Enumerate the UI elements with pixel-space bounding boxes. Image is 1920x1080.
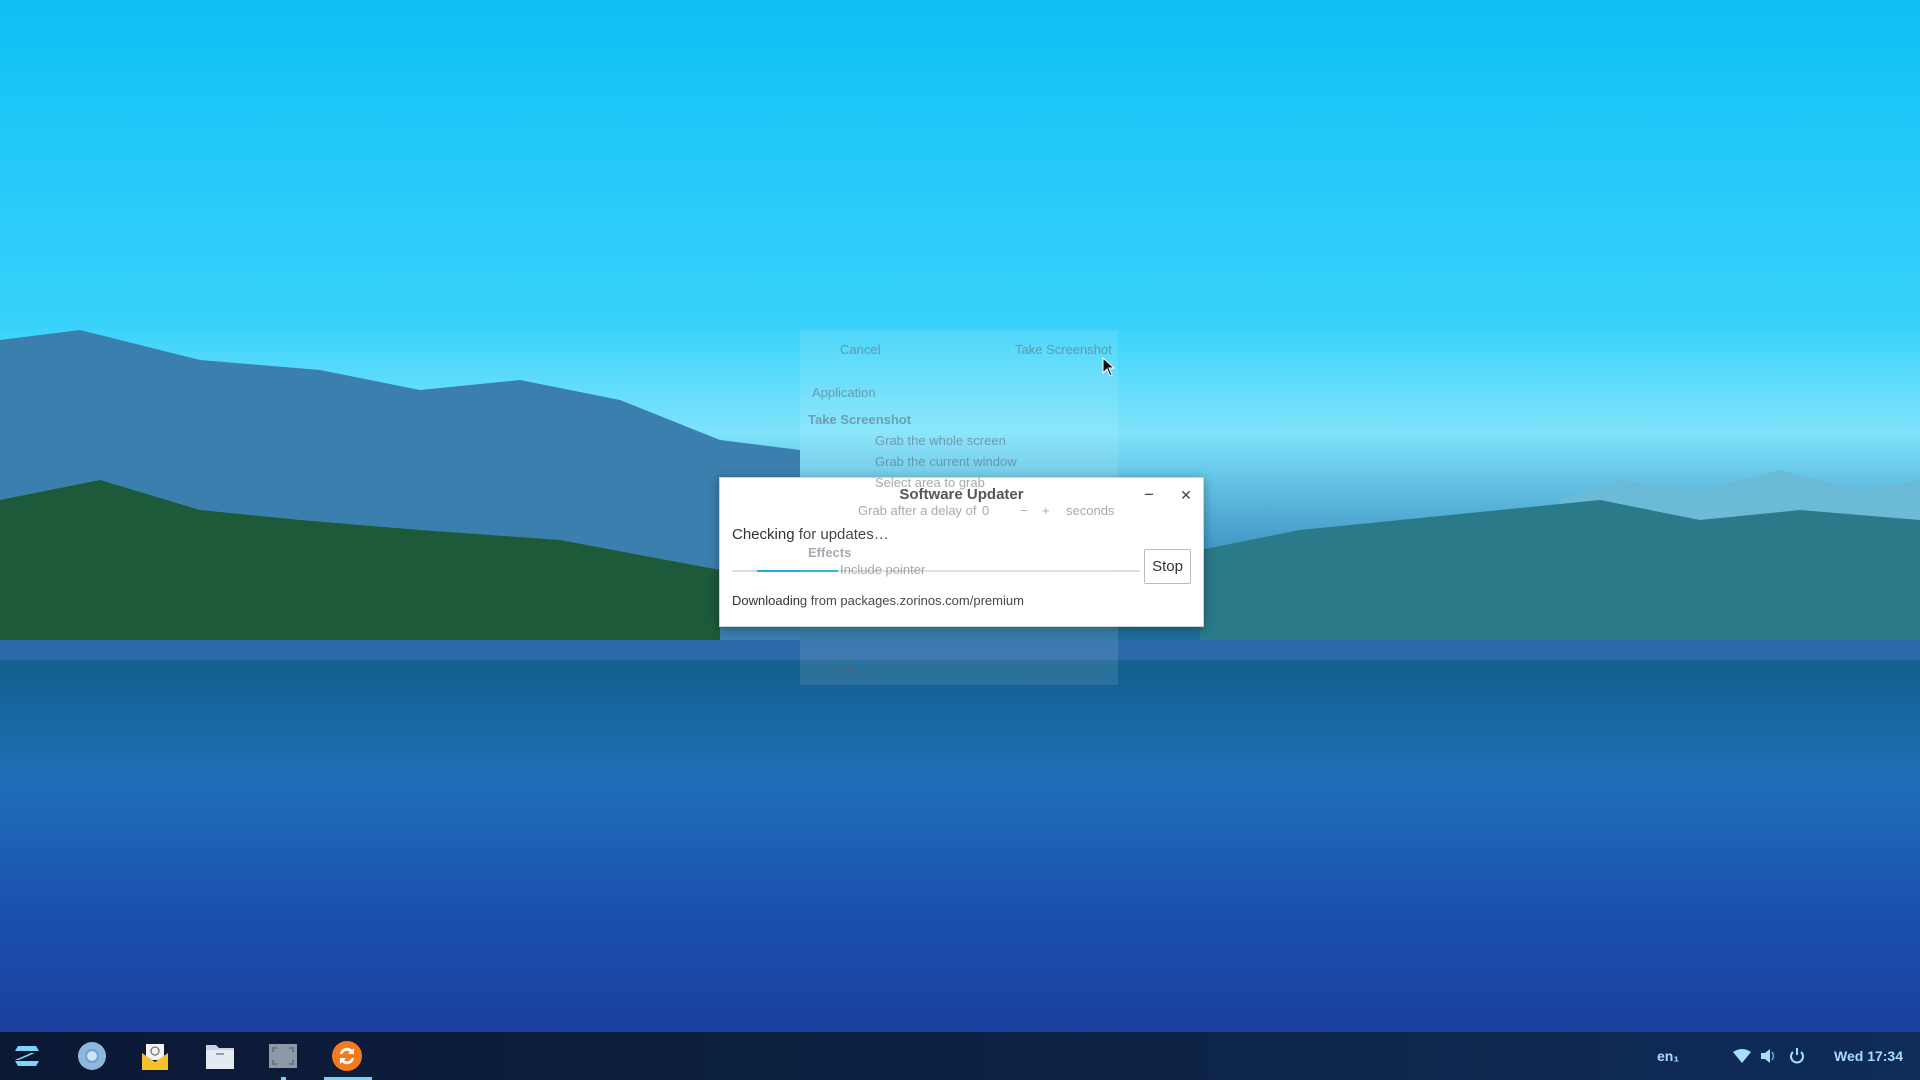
files-icon (206, 1045, 234, 1069)
keyboard-layout-indicator[interactable]: en₁ (1657, 1032, 1679, 1080)
progress-bar (732, 570, 1140, 572)
close-button[interactable]: ✕ (1175, 484, 1197, 506)
taskbar-app-software-updater[interactable] (327, 1040, 367, 1072)
dialog-title: Software Updater (899, 486, 1024, 503)
screenshot-icon (269, 1044, 297, 1068)
taskbar-app-files[interactable] (200, 1040, 240, 1072)
minimize-button[interactable]: − (1138, 484, 1160, 506)
power-icon[interactable] (1789, 1047, 1805, 1065)
zorin-menu-icon (15, 1046, 39, 1066)
software-updater-dialog: Software Updater − ✕ Checking for update… (719, 477, 1204, 627)
stop-button[interactable]: Stop (1144, 549, 1191, 584)
taskbar: en₁ Wed 17:34 (0, 1032, 1920, 1080)
taskbar-app-mail[interactable] (135, 1040, 175, 1072)
zorin-menu-button[interactable] (7, 1040, 47, 1072)
taskbar-app-chromium[interactable] (72, 1040, 112, 1072)
volume-icon[interactable] (1760, 1047, 1778, 1065)
mail-icon (142, 1044, 168, 1070)
chromium-icon (78, 1042, 106, 1070)
taskbar-app-screenshot[interactable] (263, 1040, 303, 1080)
software-updater-icon (332, 1041, 362, 1071)
clock[interactable]: Wed 17:34 (1834, 1032, 1903, 1080)
progress-activity-indicator (757, 570, 838, 572)
download-source-text: Downloading from packages.zorinos.com/pr… (732, 593, 1024, 608)
status-text: Checking for updates… (732, 526, 889, 543)
mouse-cursor-icon (1102, 357, 1116, 377)
wifi-icon[interactable] (1733, 1049, 1751, 1063)
